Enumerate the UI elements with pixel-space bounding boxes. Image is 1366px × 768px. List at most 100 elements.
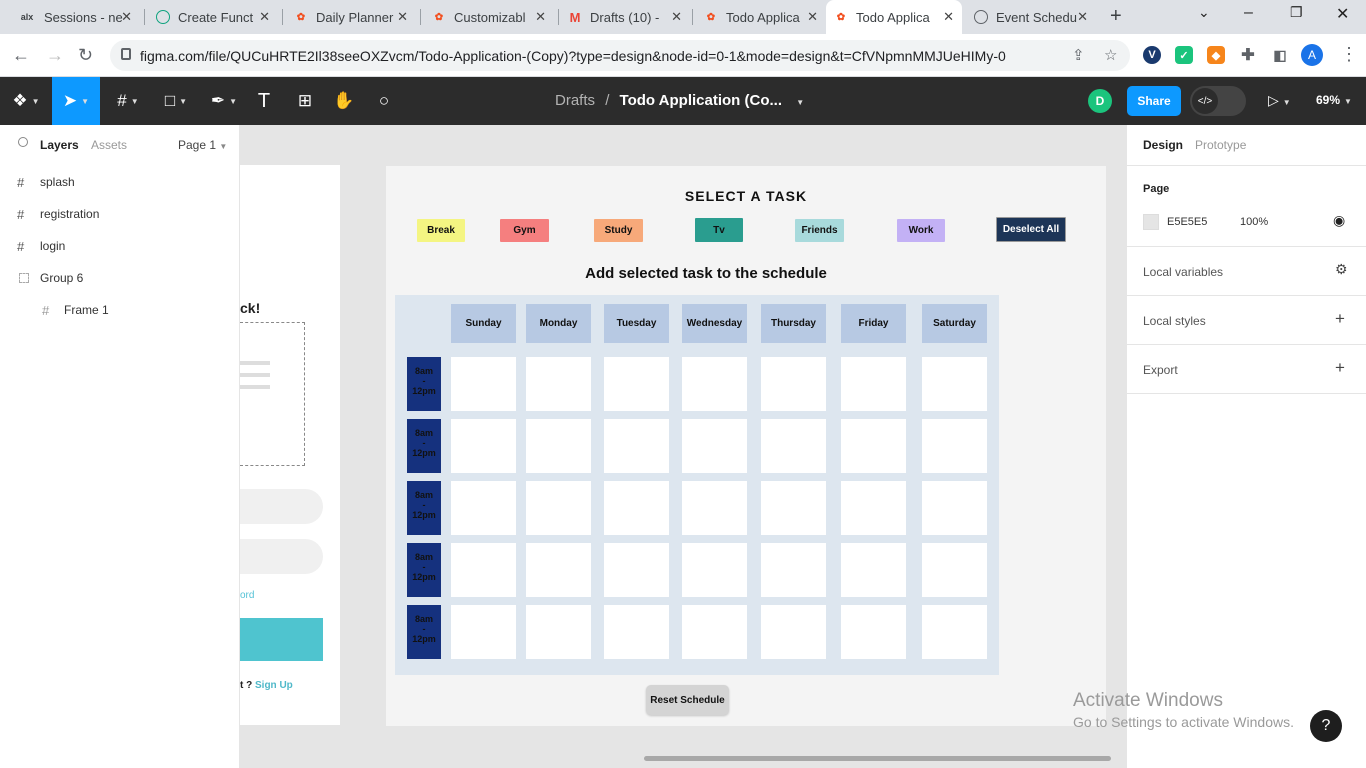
layer-item[interactable]: # registration — [0, 198, 240, 230]
new-tab-button[interactable]: + — [1110, 5, 1122, 28]
comment-tool-button[interactable]: ○ — [372, 77, 396, 125]
page-color-swatch[interactable] — [1143, 214, 1159, 230]
close-tab-icon[interactable]: ✕ — [807, 9, 818, 25]
close-tab-icon[interactable]: ✕ — [121, 9, 132, 25]
hand-tool-button[interactable]: ✋ — [332, 77, 356, 125]
layer-item[interactable]: # login — [0, 230, 240, 262]
breadcrumb-drafts[interactable]: Drafts — [555, 92, 595, 109]
layer-item[interactable]: # splash — [0, 166, 240, 198]
file-name[interactable]: Todo Application (Co... — [620, 92, 782, 109]
main-menu-button[interactable]: ❖ ▼ — [6, 77, 46, 125]
day-header: Monday — [526, 304, 591, 343]
browser-menu-icon[interactable]: ⋮ — [1340, 44, 1358, 65]
page-section-label: Page — [1143, 183, 1170, 195]
chevron-down-icon: ▼ — [81, 96, 90, 106]
page-opacity[interactable]: 100% — [1240, 216, 1268, 228]
placeholder-line — [240, 373, 270, 377]
browser-tab[interactable]: alx Sessions - ne ✕ — [10, 0, 140, 34]
minimize-icon[interactable]: – — [1244, 4, 1253, 22]
profile-avatar[interactable]: A — [1301, 44, 1323, 66]
extension-icon[interactable]: ✓ — [1175, 46, 1193, 64]
layer-item[interactable]: # Frame 1 — [0, 294, 240, 326]
tab-search-icon[interactable]: ⌄ — [1198, 4, 1210, 21]
help-button[interactable]: ? — [1310, 710, 1342, 742]
shape-tool-button[interactable]: □ ▼ — [156, 77, 196, 125]
move-tool-button[interactable]: ➤ ▼ — [52, 77, 100, 125]
schedule-cell — [682, 543, 747, 597]
design-canvas[interactable]: ck! ord t ? Sign Up SELECT A TASK Break … — [240, 125, 1126, 768]
tab-layers[interactable]: Layers — [40, 138, 79, 152]
variables-settings-icon[interactable]: ⚙ — [1335, 261, 1348, 278]
login-frame-partial[interactable]: ck! ord t ? Sign Up — [240, 165, 340, 725]
schedule-grid: Sunday Monday Tuesday Wednesday Thursday Frid… — [395, 295, 999, 675]
local-variables-section[interactable]: Local variables ⚙ — [1127, 247, 1366, 296]
frame-tool-button[interactable]: # ▼ — [108, 77, 148, 125]
bookmark-star-icon[interactable]: ☆ — [1104, 46, 1117, 64]
browser-tab-active[interactable]: ✿ Todo Applica ✕ — [826, 0, 962, 34]
chevron-down-icon[interactable]: ▼ — [796, 98, 804, 107]
tab-title: Customizabl — [454, 9, 526, 25]
side-panel-icon[interactable]: ◧ — [1271, 46, 1289, 64]
figma-logo-icon: ❖ — [12, 91, 28, 110]
close-tab-icon[interactable]: ✕ — [259, 9, 270, 25]
page-selector[interactable]: Page 1 ▼ — [178, 138, 227, 152]
chevron-down-icon: ▼ — [1344, 97, 1352, 106]
pen-tool-button[interactable]: ✒ ▼ — [204, 77, 244, 125]
browser-tab[interactable]: ✿ Daily Planner ✕ — [286, 0, 416, 34]
reload-icon[interactable]: ↻ — [78, 45, 93, 66]
image-placeholder — [240, 322, 305, 466]
add-export-icon[interactable]: + — [1335, 358, 1345, 378]
browser-tab[interactable]: Create Funct ✕ — [148, 0, 278, 34]
resources-button[interactable]: ⊞ — [292, 77, 318, 125]
vpn-extension-icon[interactable]: V — [1143, 46, 1161, 64]
canvas-horizontal-scrollbar[interactable] — [644, 756, 1111, 761]
browser-tab[interactable]: M Drafts (10) - ✕ — [560, 0, 690, 34]
text-tool-button[interactable]: T — [252, 77, 276, 125]
metamask-icon[interactable]: ◆ — [1207, 46, 1225, 64]
figma-icon: ✿ — [434, 11, 444, 23]
close-tab-icon[interactable]: ✕ — [943, 9, 954, 25]
time-slot-line: - — [422, 562, 426, 572]
add-style-icon[interactable]: + — [1335, 309, 1345, 329]
chatgpt-icon — [156, 10, 170, 24]
extensions-puzzle-icon[interactable]: ✚ — [1239, 46, 1257, 64]
zoom-level: 69% — [1316, 93, 1341, 107]
signup-prefix: t ? — [240, 680, 255, 691]
close-tab-icon[interactable]: ✕ — [1077, 9, 1088, 25]
browser-tab[interactable]: ✿ Todo Applica ✕ — [696, 0, 826, 34]
local-styles-section[interactable]: Local styles + — [1127, 296, 1366, 345]
forward-icon[interactable]: → — [46, 45, 64, 66]
tab-design[interactable]: Design — [1143, 138, 1183, 152]
lock-icon — [121, 48, 131, 60]
export-section[interactable]: Export + — [1127, 345, 1366, 394]
back-icon[interactable]: ← — [12, 45, 30, 66]
tab-assets[interactable]: Assets — [91, 138, 127, 152]
user-avatar[interactable]: D — [1088, 89, 1112, 113]
present-button[interactable]: ▷ ▼ — [1268, 92, 1291, 109]
close-tab-icon[interactable]: ✕ — [535, 9, 546, 25]
local-variables-label: Local variables — [1143, 265, 1224, 279]
close-tab-icon[interactable]: ✕ — [397, 9, 408, 25]
share-button[interactable]: Share — [1127, 86, 1181, 116]
dev-mode-toggle[interactable]: </> — [1190, 86, 1246, 116]
browser-tab[interactable]: Event Schedu ✕ — [966, 0, 1096, 34]
task-chip-tv: Tv — [695, 218, 743, 242]
schedule-frame[interactable]: SELECT A TASK Break Gym Study Tv Friends… — [386, 166, 1106, 726]
page-color-hex[interactable]: E5E5E5 — [1167, 216, 1207, 228]
search-icon[interactable] — [18, 137, 28, 147]
address-bar[interactable]: figma.com/file/QUCuHRTE2Il38seeOXZvcm/To… — [110, 40, 1130, 71]
tab-separator — [144, 9, 145, 25]
close-tab-icon[interactable]: ✕ — [671, 9, 682, 25]
share-page-icon[interactable]: ⇪ — [1072, 46, 1085, 64]
chevron-down-icon: ▼ — [179, 96, 188, 106]
time-slot-line: 12pm — [412, 572, 436, 582]
zoom-menu[interactable]: 69% ▼ — [1316, 93, 1352, 107]
close-window-icon[interactable]: ✕ — [1336, 4, 1349, 24]
restore-icon[interactable]: ❐ — [1290, 4, 1303, 21]
visibility-eye-icon[interactable]: ◉ — [1333, 212, 1345, 229]
tab-prototype[interactable]: Prototype — [1195, 138, 1246, 152]
tab-title: Sessions - ne — [44, 9, 123, 25]
browser-tab[interactable]: ✿ Customizabl ✕ — [424, 0, 554, 34]
schedule-cell — [526, 419, 591, 473]
layer-item[interactable]: Group 6 — [0, 262, 240, 294]
